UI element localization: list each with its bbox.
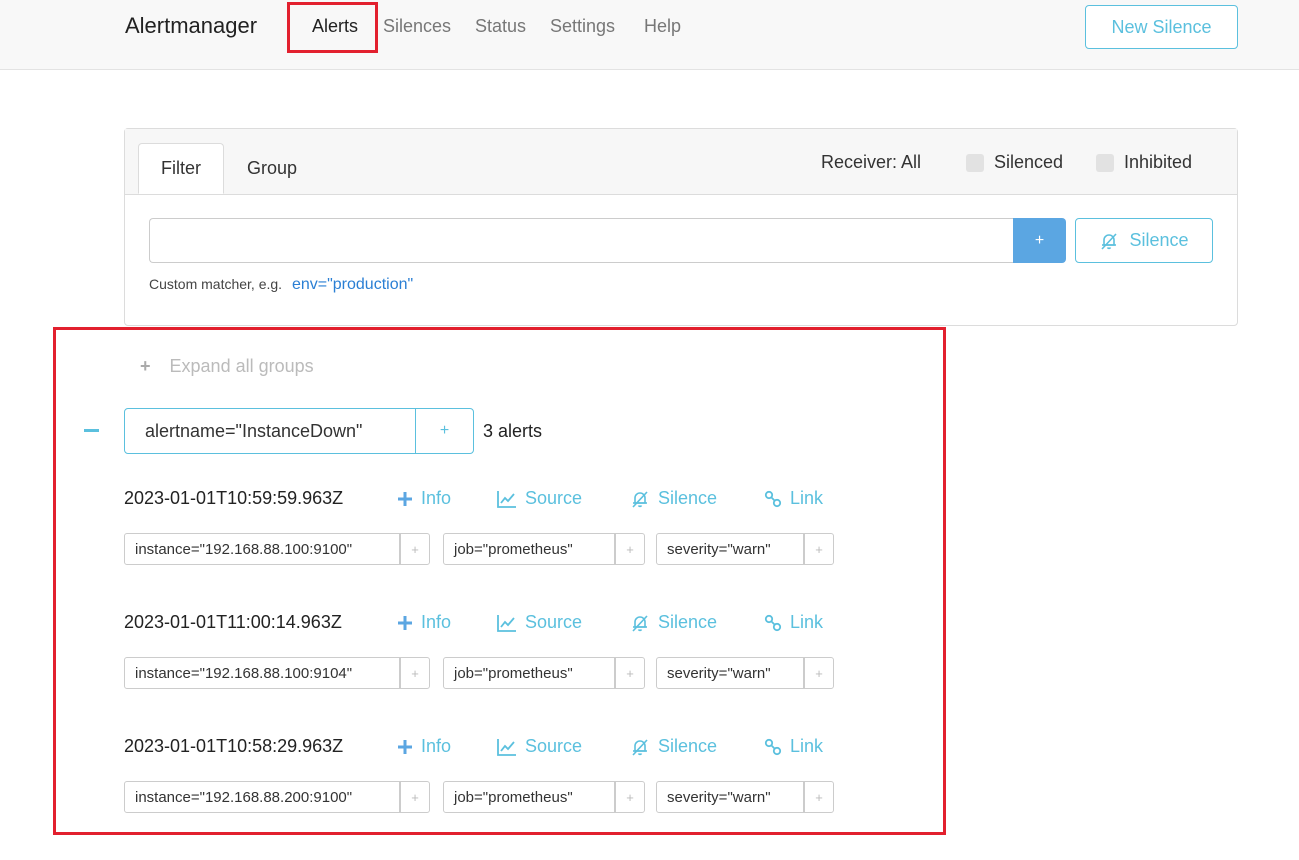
silenced-label: Silenced (994, 152, 1064, 172)
alert-label-tag: severity="warn" (656, 657, 804, 689)
hint-prefix: Custom matcher, e.g. (149, 276, 283, 292)
alert-label-tag: severity="warn" (656, 533, 804, 565)
alert-label-tag: severity="warn" (656, 781, 804, 813)
silence-action-label: Silence (658, 488, 718, 508)
silence-action-link[interactable]: Silence (630, 736, 717, 757)
alert-label-add-button[interactable]: + (400, 533, 430, 565)
tab-group[interactable]: Group (229, 143, 315, 194)
nav-help[interactable]: Help (644, 16, 681, 37)
alert-label-add-button[interactable]: + (804, 781, 834, 813)
link-action-label: Link (790, 736, 824, 756)
alert-count: 3 alerts (483, 421, 543, 441)
plus-icon (397, 739, 413, 755)
expand-all-groups[interactable]: + Expand all groups (140, 356, 314, 377)
nav-status[interactable]: Status (475, 16, 526, 37)
link-action-link[interactable]: Link (764, 736, 823, 757)
chart-line-icon (497, 738, 517, 756)
info-action-label: Info (421, 736, 452, 756)
source-action-label: Source (525, 488, 583, 508)
alert-label-add-button[interactable]: + (804, 657, 834, 689)
info-action-link[interactable]: Info (397, 488, 451, 509)
plus-icon: + (140, 356, 151, 376)
source-action-link[interactable]: Source (497, 488, 582, 509)
link-icon (764, 614, 782, 632)
plus-icon (397, 615, 413, 631)
link-action-label: Link (790, 488, 824, 508)
filter-card-header: Filter Group Receiver: All Silenced Inhi… (125, 129, 1237, 195)
chart-line-icon (497, 490, 517, 508)
link-action-link[interactable]: Link (764, 612, 823, 633)
alert-label-add-button[interactable]: + (615, 533, 645, 565)
brand-title[interactable]: Alertmanager (125, 13, 257, 39)
group-add-filter-button[interactable]: + (415, 408, 474, 454)
alert-label-tag: job="prometheus" (443, 781, 615, 813)
bell-slash-icon (630, 489, 650, 509)
expand-all-label: Expand all groups (169, 356, 314, 376)
alert-timestamp: 2023-01-01T10:59:59.963Z (124, 488, 344, 508)
filter-input[interactable] (149, 218, 1013, 263)
silenced-checkbox[interactable] (966, 154, 984, 172)
receiver-select[interactable]: Receiver: All (821, 152, 921, 173)
alert-label-tag: instance="192.168.88.100:9100" (124, 533, 400, 565)
link-action-link[interactable]: Link (764, 488, 823, 509)
silence-action-label: Silence (658, 612, 718, 632)
alert-label-add-button[interactable]: + (804, 533, 834, 565)
link-icon (764, 738, 782, 756)
inhibited-checkbox[interactable] (1096, 154, 1114, 172)
silence-action-label: Silence (658, 736, 718, 756)
bell-slash-icon (1099, 231, 1119, 251)
nav-alerts[interactable]: Alerts (312, 16, 358, 37)
hint-example[interactable]: env="production" (292, 276, 413, 293)
source-action-label: Source (525, 612, 583, 632)
alert-label-tag: job="prometheus" (443, 533, 615, 565)
info-action-link[interactable]: Info (397, 612, 451, 633)
matcher-hint: Custom matcher, e.g. env="production" (149, 276, 413, 294)
source-action-link[interactable]: Source (497, 736, 582, 757)
link-action-label: Link (790, 612, 824, 632)
source-action-label: Source (525, 736, 583, 756)
silence-filter-button[interactable]: Silence (1075, 218, 1213, 263)
new-silence-button[interactable]: New Silence (1085, 5, 1238, 49)
alert-label-add-button[interactable]: + (615, 657, 645, 689)
alert-label-add-button[interactable]: + (400, 781, 430, 813)
plus-icon (397, 491, 413, 507)
alert-label-tag: instance="192.168.88.200:9100" (124, 781, 400, 813)
navbar: Alertmanager Alerts Silences Status Sett… (0, 0, 1299, 70)
tab-filter[interactable]: Filter (138, 143, 224, 194)
info-action-label: Info (421, 488, 452, 508)
chart-line-icon (497, 614, 517, 632)
silence-filter-label: Silence (1129, 230, 1189, 250)
silence-action-link[interactable]: Silence (630, 612, 717, 633)
silence-action-link[interactable]: Silence (630, 488, 717, 509)
source-action-link[interactable]: Source (497, 612, 582, 633)
collapse-group-minus-icon[interactable] (84, 418, 100, 442)
alert-label-add-button[interactable]: + (615, 781, 645, 813)
group-label: alertname="InstanceDown" (124, 408, 416, 454)
inhibited-label: Inhibited (1124, 152, 1193, 172)
alert-label-tag: instance="192.168.88.100:9104" (124, 657, 400, 689)
info-action-label: Info (421, 612, 452, 632)
bell-slash-icon (630, 613, 650, 633)
bell-slash-icon (630, 737, 650, 757)
alert-label-add-button[interactable]: + (400, 657, 430, 689)
alert-label-tag: job="prometheus" (443, 657, 615, 689)
add-filter-button[interactable]: + (1013, 218, 1066, 263)
alert-timestamp: 2023-01-01T10:58:29.963Z (124, 736, 344, 756)
groups-panel-highlight (53, 327, 946, 835)
info-action-link[interactable]: Info (397, 736, 451, 757)
link-icon (764, 490, 782, 508)
alert-timestamp: 2023-01-01T11:00:14.963Z (124, 612, 342, 632)
nav-silences[interactable]: Silences (383, 16, 451, 37)
nav-settings[interactable]: Settings (550, 16, 615, 37)
